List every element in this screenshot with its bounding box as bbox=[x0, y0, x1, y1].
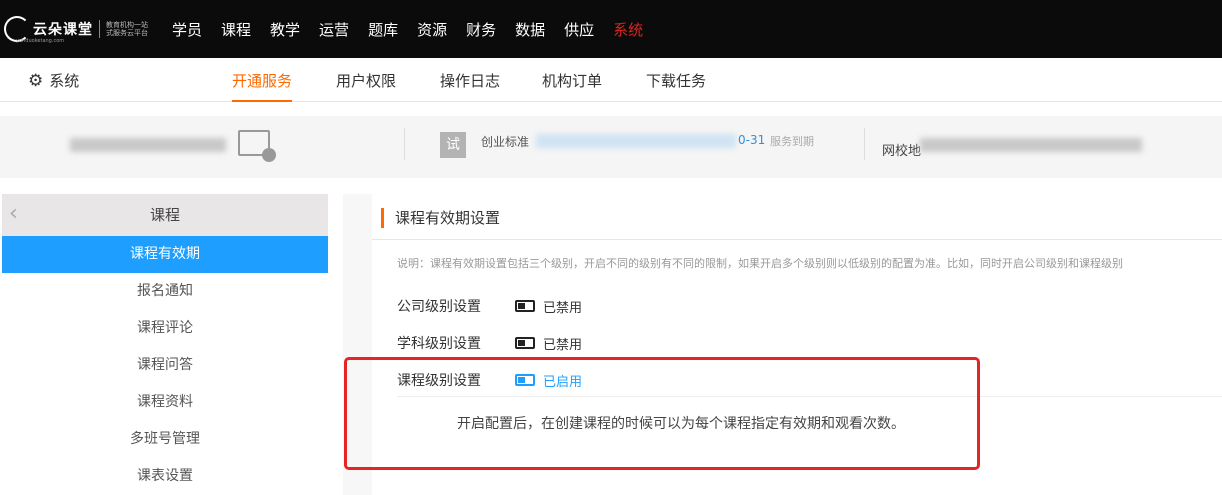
section-title-label: 系统 bbox=[49, 72, 80, 90]
main-nav: 学员 课程 教学 运营 题库 资源 财务 数据 供应 系统 bbox=[172, 0, 662, 58]
sub-header: ⚙ 系统 开通服务 用户权限 操作日志 机构订单 下载任务 bbox=[0, 58, 1222, 102]
settings-sidebar: ‹ 课程 课程有效期 报名通知 课程评论 课程问答 课程资料 多班号管理 课表设… bbox=[2, 194, 328, 495]
highlight-box bbox=[344, 357, 980, 470]
gear-icon: ⚙ bbox=[28, 70, 44, 91]
tab-open-services[interactable]: 开通服务 bbox=[232, 70, 293, 102]
id-card-verified-icon[interactable] bbox=[238, 130, 276, 162]
nav-item-students[interactable]: 学员 bbox=[172, 19, 202, 40]
section-title: ⚙ 系统 bbox=[28, 70, 79, 91]
tab-download-tasks[interactable]: 下载任务 bbox=[646, 70, 706, 91]
tab-operation-log[interactable]: 操作日志 bbox=[440, 70, 500, 91]
expire-date: 0-31 bbox=[738, 133, 766, 147]
brand-name: 云朵课堂 bbox=[33, 22, 93, 38]
nav-item-resources[interactable]: 资源 bbox=[417, 19, 447, 40]
blurred-plan-detail bbox=[536, 134, 736, 148]
sidebar-item-enroll-notice[interactable]: 报名通知 bbox=[2, 273, 328, 310]
nav-item-question-bank[interactable]: 题库 bbox=[368, 19, 398, 40]
nav-item-teaching[interactable]: 教学 bbox=[270, 19, 300, 40]
school-address-label: 网校地 bbox=[882, 144, 922, 159]
setting-row-company: 公司级别设置 已禁用 bbox=[397, 296, 582, 316]
setting-status: 已禁用 bbox=[543, 300, 583, 316]
sidebar-item-course-materials[interactable]: 课程资料 bbox=[2, 384, 328, 421]
nav-item-data[interactable]: 数据 bbox=[515, 19, 545, 40]
sidebar-item-schedule-settings[interactable]: 课表设置 bbox=[2, 458, 328, 495]
nav-item-supply[interactable]: 供应 bbox=[564, 19, 594, 40]
blurred-school-address bbox=[920, 138, 1142, 152]
expire-note: 服务到期 bbox=[770, 135, 814, 148]
chevron-left-icon[interactable]: ‹ bbox=[9, 194, 18, 234]
sidebar-item-course-qa[interactable]: 课程问答 bbox=[2, 347, 328, 384]
brand-logo[interactable]: 云朵课堂 教育机构一站式服务云平台 yunduoketang.com bbox=[4, 10, 150, 48]
trial-badge: 试 bbox=[440, 132, 466, 158]
panel-title: 课程有效期设置 bbox=[381, 208, 500, 228]
nav-item-operations[interactable]: 运营 bbox=[319, 19, 349, 40]
sidebar-item-course-comments[interactable]: 课程评论 bbox=[2, 310, 328, 347]
divider bbox=[372, 239, 1222, 240]
setting-status: 已禁用 bbox=[543, 337, 583, 353]
nav-item-system[interactable]: 系统 bbox=[613, 19, 643, 40]
account-info-strip: 试 创业标准 0-31 服务到期 网校地 bbox=[0, 116, 1222, 178]
brand-url: yunduoketang.com bbox=[16, 38, 65, 44]
setting-label: 学科级别设置 bbox=[397, 336, 481, 352]
tab-org-orders[interactable]: 机构订单 bbox=[542, 70, 602, 91]
subject-level-toggle[interactable] bbox=[515, 337, 535, 349]
divider bbox=[404, 128, 405, 160]
blurred-account-name bbox=[70, 138, 226, 152]
sidebar-item-multi-class[interactable]: 多班号管理 bbox=[2, 421, 328, 458]
brand-tagline: 教育机构一站式服务云平台 bbox=[106, 21, 148, 37]
nav-item-finance[interactable]: 财务 bbox=[466, 19, 496, 40]
plan-label: 创业标准 bbox=[481, 135, 530, 149]
sidebar-item-course-validity[interactable]: 课程有效期 bbox=[2, 236, 328, 273]
tab-user-permissions[interactable]: 用户权限 bbox=[336, 70, 396, 91]
setting-row-subject: 学科级别设置 已禁用 bbox=[397, 333, 582, 353]
nav-item-courses[interactable]: 课程 bbox=[221, 19, 251, 40]
panel-description: 说明：课程有效期设置包括三个级别，开启不同的级别有不同的限制，如果开启多个级别则… bbox=[397, 257, 1123, 270]
divider bbox=[864, 128, 865, 160]
sidebar-title: 课程 bbox=[149, 206, 180, 224]
setting-label: 公司级别设置 bbox=[397, 299, 481, 315]
sidebar-header: ‹ 课程 bbox=[2, 194, 328, 236]
company-level-toggle[interactable] bbox=[515, 300, 535, 312]
top-navbar: 云朵课堂 教育机构一站式服务云平台 yunduoketang.com 学员 课程… bbox=[0, 0, 1222, 58]
logo-divider bbox=[99, 20, 100, 38]
